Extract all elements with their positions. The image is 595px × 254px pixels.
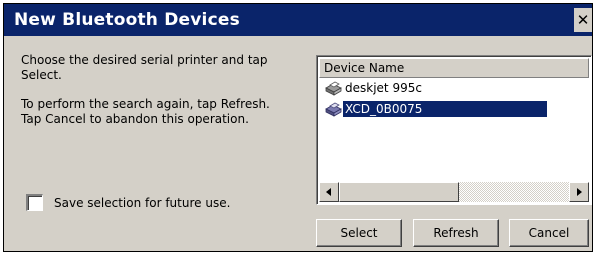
instruction-cancel: Tap Cancel to abandon this operation. [21, 112, 249, 126]
device-name: deskjet 995c [345, 81, 422, 95]
device-list[interactable]: Device Name deskjet 995c XCD_0B0075 [316, 55, 592, 205]
cancel-button[interactable]: Cancel [509, 219, 589, 247]
horizontal-scrollbar[interactable] [319, 182, 589, 202]
instruction-refresh: To perform the search again, tap Refresh… [21, 97, 270, 111]
scroll-thumb[interactable] [339, 182, 459, 202]
select-button[interactable]: Select [316, 219, 402, 247]
save-selection-checkbox[interactable] [26, 194, 43, 211]
title-bar: New Bluetooth Devices ✕ [4, 4, 592, 36]
dialog-title: New Bluetooth Devices [14, 10, 240, 30]
printer-icon [325, 81, 342, 96]
arrow-right-icon [577, 188, 582, 196]
arrow-left-icon [326, 188, 331, 196]
scroll-right-button[interactable] [569, 182, 589, 202]
printer-icon [325, 102, 342, 117]
column-header-label: Device Name [324, 61, 405, 75]
device-name: XCD_0B0075 [343, 101, 547, 117]
new-bluetooth-devices-dialog: New Bluetooth Devices ✕ Choose the desir… [3, 3, 593, 252]
refresh-button[interactable]: Refresh [413, 219, 499, 247]
instruction-select: Choose the desired serial printer and ta… [21, 53, 268, 82]
close-button[interactable]: ✕ [574, 8, 592, 32]
save-selection-label[interactable]: Save selection for future use. [54, 196, 230, 211]
column-header-device-name[interactable]: Device Name [319, 58, 589, 78]
scroll-left-button[interactable] [319, 182, 339, 202]
